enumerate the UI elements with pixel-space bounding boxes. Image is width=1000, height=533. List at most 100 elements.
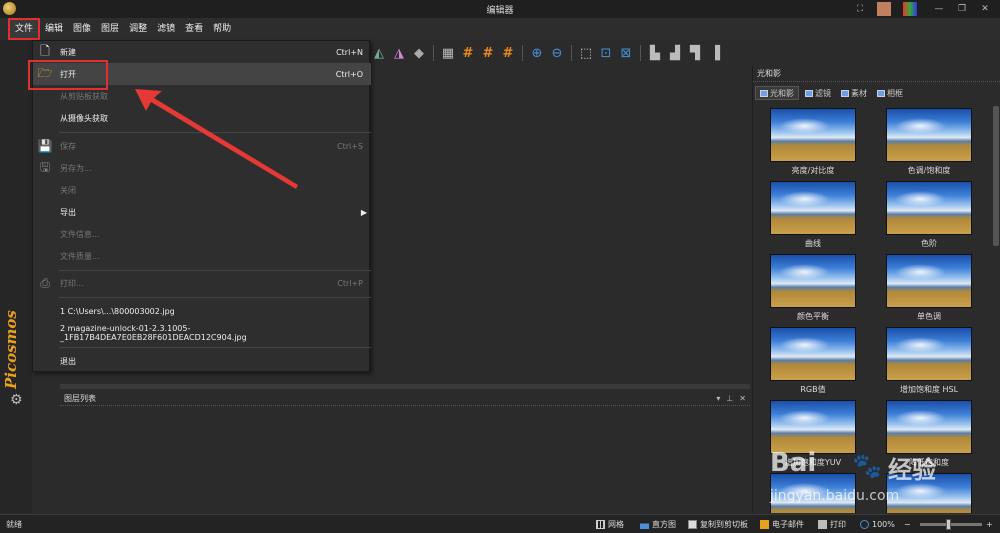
layers-splitter[interactable] [60,384,750,389]
menu-layer[interactable]: 图层 [96,18,124,40]
thumbnail-image [886,181,972,235]
toolbar-separator [433,45,434,61]
annotation-arrow [135,89,298,189]
mail-icon [760,519,769,529]
minimize-icon[interactable]: — [932,2,946,16]
thumb-levels[interactable]: 色阶 [879,181,979,253]
menu-item-file-info[interactable]: 文件信息... [33,223,371,245]
crop-clear-icon[interactable]: ⊠ [617,44,635,62]
crop-icon[interactable]: ⊡ [597,44,615,62]
close-icon[interactable]: ✕ [739,394,746,403]
transform-icon[interactable]: ◆ [410,44,428,62]
printer-icon: ⎙ [40,275,50,290]
thumbnail-image [886,108,972,162]
panel-tabs: 光和影 滤镜 素材 相框 [753,82,1000,102]
thumbnail-image [886,327,972,381]
zoom-in-button[interactable]: + [986,515,993,533]
align-bottom-icon[interactable]: ▟ [666,44,684,62]
tab-icon [841,89,849,97]
window-title: 编辑器 [486,6,514,16]
flip-icon[interactable]: ◭ [370,44,388,62]
zoom-icon [860,519,869,529]
menu-separator [59,347,371,348]
thumbnail-image [770,254,856,308]
status-bar: 就绪 网格 直方图 复制到剪切板 电子邮件 打印 100% − + [0,514,1000,533]
align-left-icon[interactable]: ▙ [646,44,664,62]
menu-file[interactable]: 文件 [8,18,41,40]
dropdown-icon[interactable]: ▾ [716,394,720,403]
open-highlight-box [28,60,108,90]
thumb-monotone[interactable]: 单色调 [879,254,979,326]
thumb-saturation-hsl[interactable]: 增加饱和度 HSL [879,327,979,399]
thumb-rgb[interactable]: RGB值 [763,327,863,399]
status-text: 就绪 [6,519,22,529]
scrollbar-thumb[interactable] [993,106,999,246]
copy-clipboard-button[interactable]: 复制到剪切板 [688,515,748,533]
menu-item-file-quality[interactable]: 文件质量... [33,245,371,267]
menu-separator [59,270,371,271]
tab-filter[interactable]: 滤镜 [801,86,835,100]
avatar[interactable] [877,2,891,16]
print-button[interactable]: 打印 [818,515,846,533]
watermark-brand2: 经验 [888,456,936,484]
tab-frame[interactable]: 相框 [873,86,907,100]
menu-edit[interactable]: 编辑 [40,18,68,40]
pin-icon[interactable]: ⊥ [726,394,733,403]
clipboard-icon [688,519,697,529]
gear-icon[interactable]: ⚙ [10,392,23,408]
grid-fine-icon[interactable]: # [479,44,497,62]
thumb-color-balance[interactable]: 颜色平衡 [763,254,863,326]
histogram-icon [640,519,649,529]
thumbnail-image [886,254,972,308]
menu-item-print[interactable]: ⎙ 打印... Ctrl+P [33,272,371,294]
tab-light-shadow[interactable]: 光和影 [755,86,799,100]
zoom-out-icon[interactable]: ⊖ [548,44,566,62]
align-top-icon[interactable]: ▜ [686,44,704,62]
thumb-curves[interactable]: 曲线 [763,181,863,253]
close-icon[interactable]: ✕ [978,2,992,16]
distort-icon[interactable]: ◮ [390,44,408,62]
menu-item-exit[interactable]: 退出 [33,350,371,372]
watermark-url: jingyan.baidu.com [770,488,900,504]
histogram-button[interactable]: 直方图 [640,515,676,533]
skin-icon[interactable] [903,2,917,16]
zoom-slider-handle[interactable] [946,519,951,530]
panel-scrollbar[interactable] [992,106,1000,506]
thumbnail-image [770,327,856,381]
grid-icon[interactable]: # [459,44,477,62]
zoom-level[interactable]: 100% [860,515,895,533]
grid-large-icon[interactable]: # [499,44,517,62]
zoom-slider[interactable] [920,523,982,526]
perspective-grid-icon[interactable]: ▦ [439,44,457,62]
grid-toggle[interactable]: 网格 [596,515,624,533]
layers-panel: 图层列表 ▾ ⊥ ✕ [60,384,750,514]
thumb-hue-saturation[interactable]: 色调/饱和度 [879,108,979,180]
thumb-brightness-contrast[interactable]: 亮度/对比度 [763,108,863,180]
fullscreen-icon[interactable]: ⛶ [853,2,867,16]
zoom-out-button[interactable]: − [904,515,911,533]
thumbnail-image [770,400,856,454]
picosmos-brand: Picosmos [2,310,20,390]
zoom-in-icon[interactable]: ⊕ [528,44,546,62]
thumbnail-image [770,181,856,235]
menu-image[interactable]: 图像 [68,18,96,40]
menu-item-export[interactable]: 导出 ▶ [33,201,371,223]
menu-filter[interactable]: 滤镜 [152,18,180,40]
menu-item-recent-2[interactable]: 2 magazine-unlock-01-2.3.1005-_1FB17B4DE… [33,322,371,344]
align-right-icon[interactable]: ▐ [706,44,724,62]
tab-icon [805,89,813,97]
tab-material[interactable]: 素材 [837,86,871,100]
menu-item-recent-1[interactable]: 1 C:\Users\...\800003002.jpg [33,300,371,322]
thumbnail-image [886,400,972,454]
toolbar-separator [571,45,572,61]
save-as-icon: 🖫 [39,159,51,174]
email-button[interactable]: 电子邮件 [760,515,804,533]
panel-title: 光和影 [753,66,1000,82]
select-icon[interactable]: ⬚ [577,44,595,62]
submenu-arrow-icon: ▶ [360,207,367,217]
menu-adjust[interactable]: 调整 [124,18,152,40]
title-bar: 编辑器 ⛶ — ❐ ✕ [0,0,1000,18]
menu-view[interactable]: 查看 [180,18,208,40]
menu-help[interactable]: 帮助 [208,18,236,40]
restore-icon[interactable]: ❐ [955,2,969,16]
